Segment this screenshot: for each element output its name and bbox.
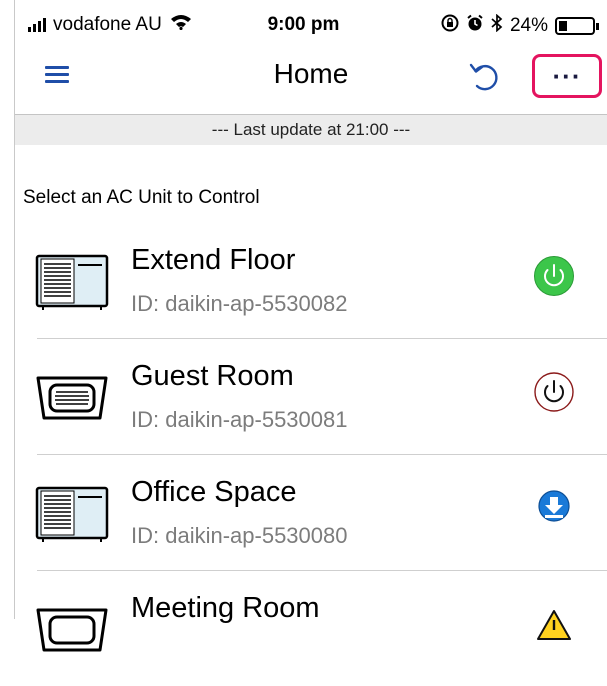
hamburger-menu-icon[interactable] [45,62,71,86]
ac-unit-row[interactable]: Guest Room ID: daikin-ap-5530081 [15,338,607,454]
section-label: Select an AC Unit to Control [23,187,260,208]
alarm-icon [466,14,484,38]
last-update-banner: --- Last update at 21:00 --- [15,114,607,145]
download-icon[interactable] [533,487,575,529]
floor-unit-icon [35,482,109,544]
power-on-icon[interactable] [533,255,575,297]
orientation-lock-icon [441,14,459,38]
page-title: Home [273,58,349,89]
ac-unit-row[interactable]: Extend Floor ID: daikin-ap-5530082 [15,222,607,338]
ac-unit-name: Office Space [131,476,297,508]
ac-unit-name: Meeting Room [131,592,320,624]
ac-unit-name: Extend Floor [131,244,296,276]
bluetooth-icon [491,13,503,38]
status-bar: vodafone AU 9:00 pm 24% [0,0,607,50]
ac-unit-id: ID: daikin-ap-5530080 [131,523,348,548]
battery-percent: 24% [509,15,548,36]
ac-unit-id: ID: daikin-ap-5530081 [131,407,348,432]
refresh-icon[interactable] [467,58,503,94]
ceiling-cassette-icon [35,598,109,660]
ac-unit-id: ID: daikin-ap-5530082 [131,291,348,316]
ceiling-cassette-icon [35,366,109,428]
floor-unit-icon [35,250,109,312]
ac-unit-row[interactable]: Office Space ID: daikin-ap-5530080 [15,454,607,570]
battery-icon [555,17,599,35]
ac-unit-name: Guest Room [131,360,294,392]
nav-bar: Home ··· [15,50,607,102]
more-options-button[interactable]: ··· [532,54,602,98]
warning-icon[interactable] [533,603,575,645]
ac-unit-row[interactable]: Meeting Room [15,570,607,686]
power-off-icon[interactable] [533,371,575,413]
status-bar-right: 24% [441,13,599,38]
